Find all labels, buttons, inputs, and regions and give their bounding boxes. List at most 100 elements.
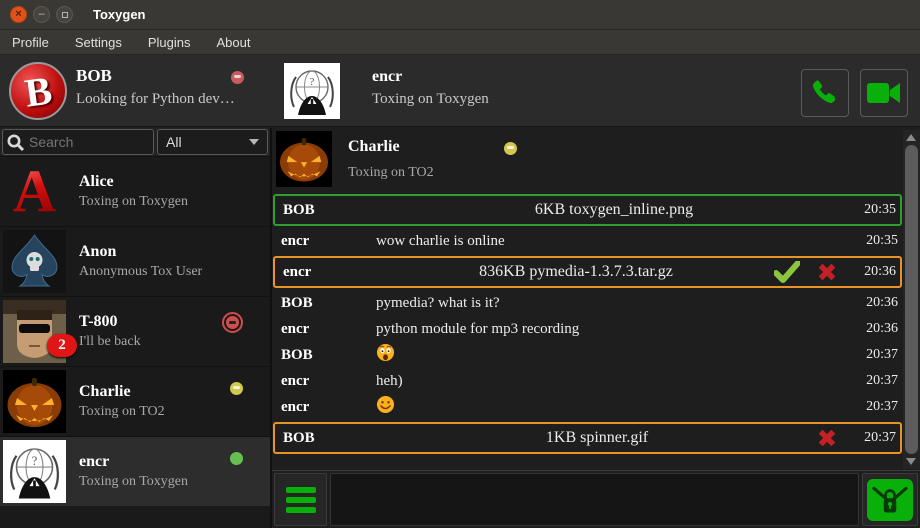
chat-contact-card[interactable]: Charlie Toxing on TO2 bbox=[272, 130, 920, 190]
message-sender: encr bbox=[281, 321, 376, 338]
cross-icon bbox=[816, 261, 838, 283]
message-sender: encr bbox=[281, 399, 376, 416]
message-time: 20:36 bbox=[850, 264, 896, 280]
window-title: Toxygen bbox=[93, 7, 146, 22]
maximize-window-icon[interactable] bbox=[56, 6, 73, 23]
menubar: Profile Settings Plugins About bbox=[0, 30, 920, 55]
contact-status-message: Toxing on Toxygen bbox=[79, 194, 188, 210]
contact-filter-dropdown[interactable]: All bbox=[157, 129, 268, 155]
message-time: 20:36 bbox=[852, 295, 898, 311]
message-sender: BOB bbox=[283, 202, 378, 219]
search-row: All bbox=[0, 128, 270, 156]
contact-alice[interactable]: A Alice Toxing on Toxygen bbox=[0, 156, 270, 226]
self-avatar[interactable]: B bbox=[9, 62, 67, 120]
skull-spade-icon bbox=[3, 230, 66, 293]
contact-status-message: Toxing on TO2 bbox=[79, 404, 165, 420]
attachments-menu-button[interactable] bbox=[274, 473, 327, 526]
menu-settings[interactable]: Settings bbox=[75, 35, 122, 50]
contact-encr[interactable]: ? encr Toxing on Toxygen bbox=[0, 436, 270, 506]
message-input[interactable] bbox=[330, 473, 859, 526]
scrollbar-thumb[interactable] bbox=[905, 145, 918, 454]
scroll-up-icon[interactable] bbox=[906, 134, 916, 141]
contact-name: Anon bbox=[79, 243, 202, 261]
self-busy-status-icon[interactable] bbox=[231, 71, 244, 84]
close-window-icon[interactable]: × bbox=[10, 6, 27, 23]
minimize-window-icon[interactable]: – bbox=[33, 6, 50, 23]
message-text: heh) bbox=[376, 373, 852, 390]
message-row: encr wow charlie is online 20:35 bbox=[273, 228, 902, 254]
message-scrollbar[interactable] bbox=[903, 130, 920, 469]
chat-area: Charlie Toxing on TO2 BOB 6KB toxygen_in… bbox=[270, 128, 920, 528]
contact-t800[interactable]: T-800 I'll be back 2 bbox=[0, 296, 270, 366]
video-call-button[interactable] bbox=[860, 69, 908, 117]
file-name: 1KB spinner.gif bbox=[378, 429, 816, 447]
message-time: 20:37 bbox=[852, 373, 898, 389]
svg-text:?: ? bbox=[32, 454, 38, 468]
accept-transfer-button[interactable] bbox=[774, 261, 800, 283]
contact-charlie[interactable]: Charlie Toxing on TO2 bbox=[0, 366, 270, 436]
message-text: wow charlie is online bbox=[376, 233, 852, 250]
cancel-transfer-button[interactable] bbox=[816, 427, 838, 449]
message-time: 20:35 bbox=[850, 202, 896, 218]
send-message-button[interactable] bbox=[862, 473, 918, 526]
message-sender: encr bbox=[283, 264, 378, 281]
file-transfer-row: encr 836KB pymedia-1.3.7.3.tar.gz bbox=[273, 256, 902, 288]
svg-text:?: ? bbox=[310, 76, 315, 88]
avatar bbox=[3, 230, 66, 293]
message-text: pymedia? what is it? bbox=[376, 295, 852, 312]
message-time: 20:37 bbox=[850, 430, 896, 446]
search-icon bbox=[6, 133, 25, 152]
avatar bbox=[276, 131, 332, 187]
contact-status-message: Toxing on Toxygen bbox=[79, 474, 188, 490]
check-icon bbox=[774, 261, 800, 283]
menu-profile[interactable]: Profile bbox=[12, 35, 49, 50]
filter-value: All bbox=[166, 134, 182, 150]
shocked-face-emoji bbox=[376, 343, 395, 362]
cross-icon bbox=[816, 427, 838, 449]
contact-status-message: Anonymous Tox User bbox=[79, 264, 202, 280]
self-name[interactable]: BOB bbox=[76, 66, 112, 86]
message-row: encr python module for mp3 recording 20:… bbox=[273, 316, 902, 342]
decline-transfer-button[interactable] bbox=[816, 261, 838, 283]
audio-call-button[interactable] bbox=[801, 69, 849, 117]
message-sender: BOB bbox=[283, 430, 378, 447]
hamburger-icon bbox=[286, 487, 316, 493]
contact-status-message: I'll be back bbox=[79, 334, 141, 350]
chat-contact-name: Charlie bbox=[348, 138, 400, 156]
search-box bbox=[2, 129, 154, 155]
contact-name: encr bbox=[79, 453, 188, 471]
message-sender: encr bbox=[281, 373, 376, 390]
compose-bar bbox=[272, 470, 920, 528]
menu-plugins[interactable]: Plugins bbox=[148, 35, 191, 50]
avatar: ? bbox=[3, 440, 66, 503]
contact-anon[interactable]: Anon Anonymous Tox User bbox=[0, 226, 270, 296]
message-list: BOB 6KB toxygen_inline.png 20:35 encr wo… bbox=[273, 192, 902, 456]
chat-contact-status-message: Toxing on TO2 bbox=[348, 165, 434, 181]
pumpkin-icon bbox=[3, 370, 66, 433]
anonymous-mask-icon: ? bbox=[284, 63, 340, 119]
message-row: encr 20:37 bbox=[273, 394, 902, 420]
away-status-icon bbox=[504, 142, 517, 155]
scroll-down-icon[interactable] bbox=[906, 458, 916, 465]
message-text: python module for mp3 recording bbox=[376, 321, 852, 338]
message-row: BOB 20:37 bbox=[273, 342, 902, 368]
smiling-face-emoji bbox=[376, 395, 395, 414]
message-time: 20:37 bbox=[852, 347, 898, 363]
anonymous-mask-icon: ? bbox=[3, 440, 66, 503]
header: B BOB Looking for Python dev… ? encr Tox… bbox=[0, 55, 920, 127]
message-time: 20:37 bbox=[852, 399, 898, 415]
menu-about[interactable]: About bbox=[216, 35, 250, 50]
message-sender: BOB bbox=[281, 295, 376, 312]
message-time: 20:35 bbox=[852, 233, 898, 249]
peer-status-message: Toxing on Toxygen bbox=[372, 91, 489, 108]
pumpkin-icon bbox=[276, 131, 332, 187]
contact-name: T-800 bbox=[79, 313, 141, 331]
peer-avatar: ? bbox=[284, 63, 340, 119]
contact-name: Charlie bbox=[79, 383, 165, 401]
contact-name: Alice bbox=[79, 173, 188, 191]
message-row: BOB pymedia? what is it? 20:36 bbox=[273, 290, 902, 316]
avatar: A bbox=[3, 160, 66, 223]
self-status-message: Looking for Python dev… bbox=[76, 91, 235, 108]
busy-new-messages-status-icon bbox=[222, 312, 243, 333]
message-time: 20:36 bbox=[852, 321, 898, 337]
